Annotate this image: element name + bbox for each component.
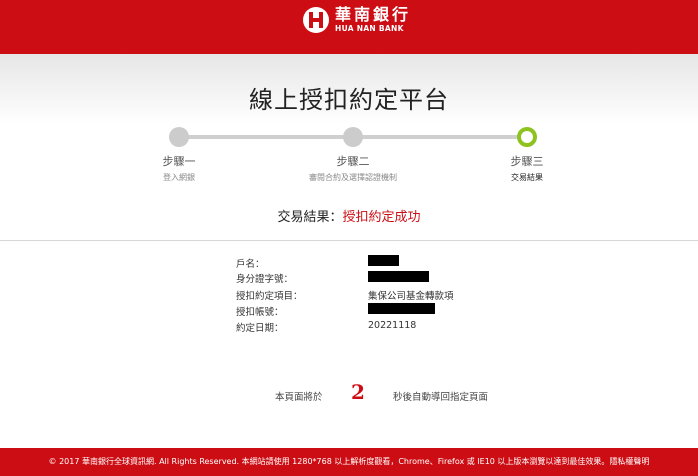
step-1-label: 步驟一 [162,155,196,168]
countdown-suffix: 秒後自動導回指定頁面 [393,392,489,403]
header-bar: 華南銀行 HUA NAN BANK [0,0,698,54]
footer-copyright: © 2017 華南銀行全球資訊網. All Rights Reserved. 本… [48,457,610,466]
agreement-date-label: 約定日期： [236,323,284,334]
footer: © 2017 華南銀行全球資訊網. All Rights Reserved. 本… [0,448,698,476]
step-2-description: 審閱合約及選擇認證機制 [309,173,397,182]
debit-account-redacted [368,303,435,314]
hua-nan-logo-icon [303,7,329,33]
step-1-description: 登入網銀 [163,173,195,182]
agreement-date-value: 20221118 [368,320,417,331]
countdown-prefix: 本頁面將於 [275,392,323,403]
privacy-policy-link[interactable]: 隱私權聲明 [609,457,649,466]
step-3-label: 步驟三 [510,155,544,168]
step-2-label: 步驟二 [336,155,370,168]
debit-item-value: 集保公司基金轉款項 [368,291,454,302]
step-1-indicator [169,127,189,147]
id-number-label: 身分證字號： [236,274,294,285]
bank-logo[interactable]: 華南銀行 HUA NAN BANK [303,7,411,33]
step-2-indicator [343,127,363,147]
brand-name-cn: 華南銀行 [335,5,412,25]
debit-item-label: 授扣約定項目： [236,291,303,302]
step-3-description: 交易結果 [511,173,543,182]
transaction-result: 交易結果：授扣約定成功 [0,206,698,225]
debit-account-label: 授扣帳號： [236,307,284,318]
brand-name-en: HUA NAN BANK [335,24,404,34]
account-name-redacted [368,255,399,266]
account-name-label: 戶名： [236,259,265,270]
countdown-seconds: 2 [351,380,365,404]
page-title: 線上授扣約定平台 [249,86,449,114]
result-status: 授扣約定成功 [342,210,421,225]
id-number-redacted [368,271,429,282]
step-3-indicator-active [517,127,537,147]
result-prefix: 交易結果： [277,210,343,225]
